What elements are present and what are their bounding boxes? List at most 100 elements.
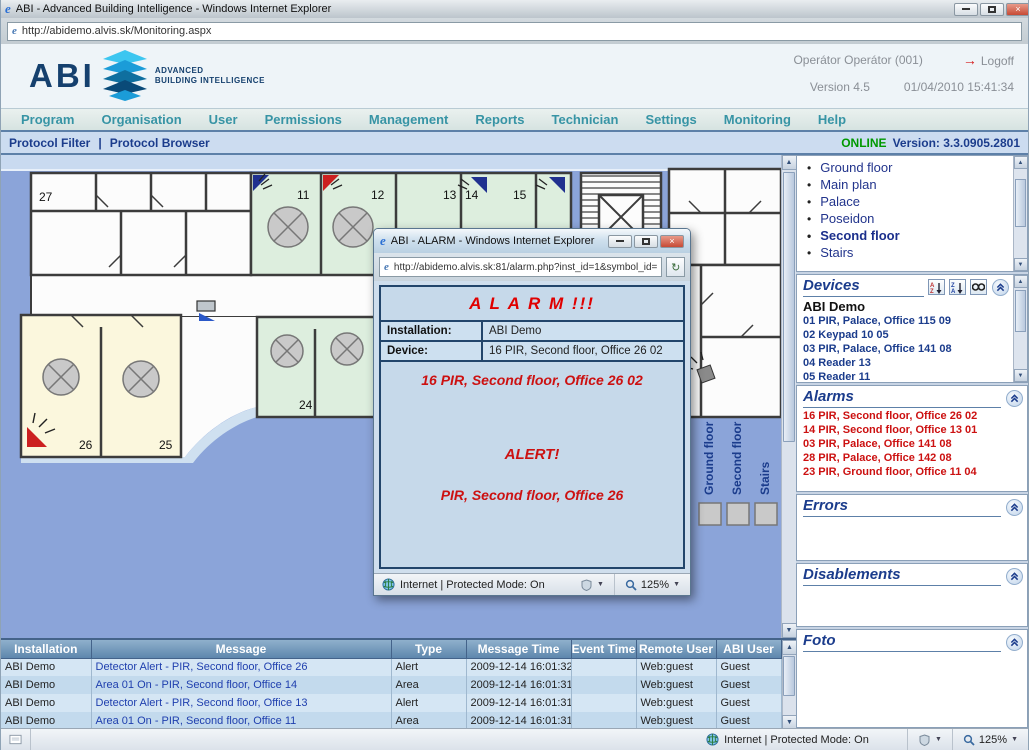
minimize-button[interactable] bbox=[954, 3, 978, 16]
protocol-browser-link[interactable]: Protocol Browser bbox=[110, 136, 210, 150]
scroll-up-icon[interactable]: ▲ bbox=[782, 640, 797, 655]
devices-scrollbar-thumb[interactable] bbox=[1015, 290, 1026, 332]
menu-management[interactable]: Management bbox=[369, 112, 448, 127]
table-row[interactable]: ABI Demo Detector Alert - PIR, Second fl… bbox=[1, 658, 781, 676]
device-item[interactable]: 04 Reader 13 bbox=[797, 356, 1013, 370]
table-row[interactable]: ABI Demo Area 01 On - PIR, Second floor,… bbox=[1, 712, 781, 728]
col-abi-user: ABI User bbox=[716, 640, 781, 658]
scroll-down-icon[interactable]: ▼ bbox=[1014, 369, 1028, 382]
menu-help[interactable]: Help bbox=[818, 112, 846, 127]
plans-panel: •Ground floor •Main plan •Palace •Poseid… bbox=[796, 155, 1028, 272]
popup-url-input[interactable]: e http://abidemo.alvis.sk:81/alarm.php?i… bbox=[379, 257, 662, 277]
cell: 2009-12-14 16:01:31 bbox=[466, 676, 571, 694]
plans-scrollbar-thumb[interactable] bbox=[1015, 179, 1026, 227]
window-title: ABI - Advanced Building Intelligence - W… bbox=[16, 3, 954, 15]
scroll-down-icon[interactable]: ▼ bbox=[782, 623, 797, 638]
plan-scrollbar[interactable]: ▲ ▼ bbox=[781, 155, 796, 638]
popup-maximize-button[interactable] bbox=[634, 235, 658, 248]
alarm-item[interactable]: 16 PIR, Second floor, Office 26 02 bbox=[797, 409, 1027, 423]
devices-collapse-button[interactable] bbox=[992, 279, 1009, 296]
cell: Detector Alert - PIR, Second floor, Offi… bbox=[91, 658, 391, 676]
logo-abbr: ABI bbox=[29, 57, 95, 95]
alarms-title: Alarms bbox=[803, 388, 1001, 408]
alarm-item[interactable]: 14 PIR, Second floor, Office 13 01 bbox=[797, 423, 1027, 437]
scroll-up-icon[interactable]: ▲ bbox=[1014, 156, 1028, 169]
floor-button-stairs[interactable]: Stairs bbox=[758, 461, 772, 495]
close-button[interactable]: × bbox=[1006, 3, 1028, 16]
device-item[interactable]: 01 PIR, Palace, Office 115 09 bbox=[797, 314, 1013, 328]
alarm-content: A L A R M !!! Installation: ABI Demo Dev… bbox=[379, 285, 685, 569]
col-type: Type bbox=[391, 640, 466, 658]
popup-titlebar[interactable]: e ABI - ALARM - Windows Internet Explore… bbox=[374, 229, 690, 253]
menu-reports[interactable]: Reports bbox=[475, 112, 524, 127]
table-scrollbar-thumb[interactable] bbox=[783, 656, 795, 696]
errors-collapse-button[interactable] bbox=[1006, 499, 1023, 516]
sidebar-item-ground-floor[interactable]: •Ground floor bbox=[803, 159, 1013, 176]
scroll-down-icon[interactable]: ▼ bbox=[782, 715, 797, 728]
refresh-icon[interactable]: ↻ bbox=[666, 257, 685, 277]
device-row: Device: 16 PIR, Second floor, Office 26 … bbox=[381, 342, 683, 362]
ie-logo-icon: e bbox=[380, 233, 386, 249]
chevron-double-up-icon bbox=[995, 282, 1006, 293]
cell: Guest bbox=[716, 694, 781, 712]
search-icon[interactable] bbox=[970, 279, 987, 295]
scroll-up-icon[interactable]: ▲ bbox=[1014, 275, 1028, 288]
alarm-heading: A L A R M !!! bbox=[381, 287, 683, 322]
menu-organisation[interactable]: Organisation bbox=[101, 112, 181, 127]
popup-minimize-button[interactable] bbox=[608, 235, 632, 248]
menu-monitoring[interactable]: Monitoring bbox=[724, 112, 791, 127]
protocol-filter-link[interactable]: Protocol Filter bbox=[9, 136, 90, 150]
plan-item-label: Ground floor bbox=[820, 160, 892, 175]
sidebar-item-palace[interactable]: •Palace bbox=[803, 193, 1013, 210]
scroll-up-icon[interactable]: ▲ bbox=[782, 155, 797, 170]
devices-title: Devices bbox=[803, 277, 924, 297]
floor-ground-button-box[interactable] bbox=[699, 503, 721, 525]
menu-user[interactable]: User bbox=[209, 112, 238, 127]
popup-zoom-control[interactable]: 125% ▼ bbox=[615, 574, 690, 595]
devices-scrollbar[interactable]: ▲ ▼ bbox=[1013, 275, 1027, 382]
disablements-collapse-button[interactable] bbox=[1006, 568, 1023, 585]
col-message: Message bbox=[91, 640, 391, 658]
scroll-down-icon[interactable]: ▼ bbox=[1014, 258, 1028, 271]
plans-scrollbar[interactable]: ▲ ▼ bbox=[1013, 156, 1027, 271]
alarm-item[interactable]: 28 PIR, Palace, Office 142 08 bbox=[797, 451, 1027, 465]
alarm-item[interactable]: 23 PIR, Ground floor, Office 11 04 bbox=[797, 465, 1027, 479]
alarms-collapse-button[interactable] bbox=[1006, 390, 1023, 407]
popup-close-button[interactable]: × bbox=[660, 235, 684, 248]
menu-settings[interactable]: Settings bbox=[645, 112, 696, 127]
floor-stairs-button-box[interactable] bbox=[755, 503, 777, 525]
device-item[interactable]: 02 Keypad 10 05 bbox=[797, 328, 1013, 342]
menu-program[interactable]: Program bbox=[21, 112, 74, 127]
zoom-control[interactable]: 125% ▼ bbox=[953, 729, 1028, 750]
floor-button-ground[interactable]: Ground floor bbox=[702, 421, 716, 495]
sort-za-icon[interactable]: ZA bbox=[949, 279, 966, 295]
table-scrollbar[interactable]: ▲ ▼ bbox=[782, 640, 797, 728]
menu-technician[interactable]: Technician bbox=[552, 112, 619, 127]
device-item[interactable]: 03 PIR, Palace, Office 141 08 bbox=[797, 342, 1013, 356]
alarm-item[interactable]: 03 PIR, Palace, Office 141 08 bbox=[797, 437, 1027, 451]
magnifier-icon bbox=[625, 579, 637, 591]
foto-collapse-button[interactable] bbox=[1006, 634, 1023, 651]
cell: Web:guest bbox=[636, 676, 716, 694]
sidebar-item-second-floor[interactable]: •Second floor bbox=[803, 227, 1013, 244]
sidebar-item-main-plan[interactable]: •Main plan bbox=[803, 176, 1013, 193]
sidebar-item-poseidon[interactable]: •Poseidon bbox=[803, 210, 1013, 227]
logoff-link[interactable]: →Logoff bbox=[963, 52, 1014, 68]
plan-scrollbar-thumb[interactable] bbox=[783, 172, 795, 442]
compat-button[interactable]: ▼ bbox=[908, 729, 953, 750]
page-icon: e bbox=[12, 25, 17, 37]
floor-second-button-box[interactable] bbox=[727, 503, 749, 525]
table-row[interactable]: ABI Demo Area 01 On - PIR, Second floor,… bbox=[1, 676, 781, 694]
floor-button-second[interactable]: Second floor bbox=[730, 421, 744, 495]
menu-permissions[interactable]: Permissions bbox=[265, 112, 342, 127]
bullet-icon: • bbox=[807, 195, 811, 209]
sort-az-icon[interactable]: AZ bbox=[928, 279, 945, 295]
url-input[interactable]: e http://abidemo.alvis.sk/Monitoring.asp… bbox=[7, 22, 1022, 41]
col-message-time: Message Time bbox=[466, 640, 571, 658]
plan-item-label: Main plan bbox=[820, 177, 876, 192]
maximize-button[interactable] bbox=[980, 3, 1004, 16]
table-row[interactable]: ABI Demo Detector Alert - PIR, Second fl… bbox=[1, 694, 781, 712]
device-item[interactable]: 05 Reader 11 bbox=[797, 370, 1013, 382]
popup-compat-button[interactable]: ▼ bbox=[570, 574, 615, 595]
sidebar-item-stairs[interactable]: •Stairs bbox=[803, 244, 1013, 261]
